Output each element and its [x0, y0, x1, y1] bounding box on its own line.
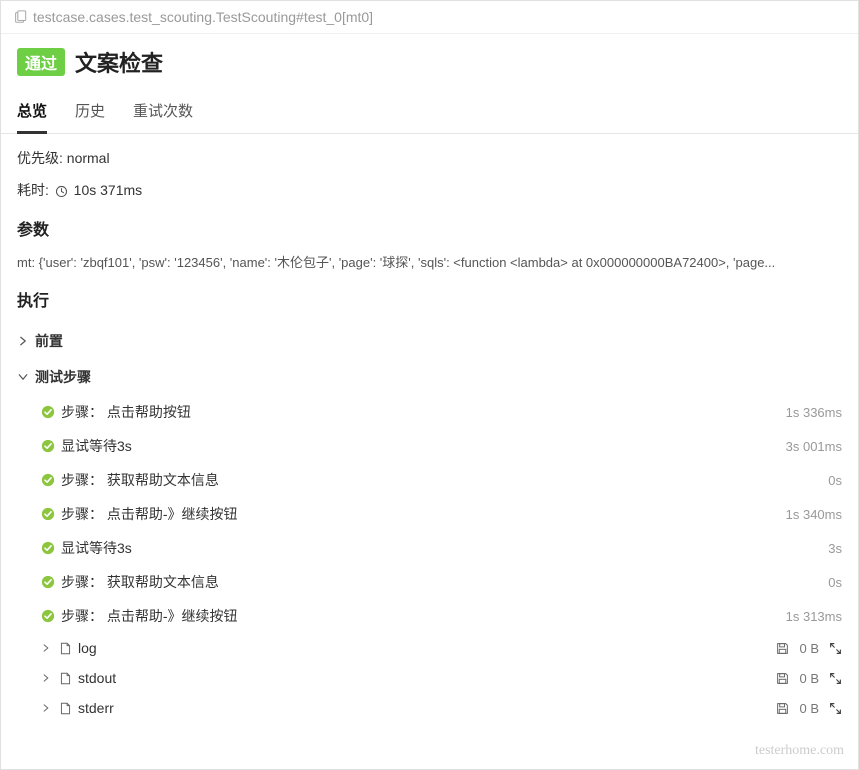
- check-circle-icon: [41, 507, 55, 521]
- step-duration: 1s 336ms: [786, 405, 842, 420]
- step-row[interactable]: 步骤： 获取帮助文本信息0s: [17, 565, 842, 599]
- file-icon: [59, 702, 72, 715]
- clock-icon: [55, 185, 68, 198]
- header: 通过 文案检查: [1, 34, 858, 90]
- breadcrumb: testcase.cases.test_scouting.TestScoutin…: [1, 1, 858, 34]
- step-duration: 3s 001ms: [786, 439, 842, 454]
- step-duration: 0s: [828, 575, 842, 590]
- attachment-meta: 0 B: [776, 671, 842, 686]
- attachment-size: 0 B: [799, 641, 819, 656]
- attachment-size: 0 B: [799, 671, 819, 686]
- attachment-row[interactable]: stderr0 B: [17, 693, 842, 723]
- tab-history[interactable]: 历史: [75, 90, 105, 133]
- step-duration: 1s 313ms: [786, 609, 842, 624]
- expand-icon[interactable]: [829, 672, 842, 685]
- step-row[interactable]: 显试等待3s3s: [17, 531, 842, 565]
- duration-row: 耗时: 10s 371ms: [17, 180, 842, 200]
- check-circle-icon: [41, 405, 55, 419]
- duration-label: 耗时:: [17, 182, 49, 198]
- check-circle-icon: [41, 439, 55, 453]
- attachment-meta: 0 B: [776, 701, 842, 716]
- tabs: 总览 历史 重试次数: [1, 90, 858, 134]
- priority-row: 优先级: normal: [17, 148, 842, 168]
- priority-value: normal: [67, 150, 110, 166]
- group-setup[interactable]: 前置: [17, 323, 842, 359]
- step-label: 步骤： 点击帮助按钮: [61, 402, 786, 422]
- attachment-name: stdout: [78, 670, 776, 686]
- step-row[interactable]: 步骤： 点击帮助-》继续按钮1s 340ms: [17, 497, 842, 531]
- page-title: 文案检查: [75, 46, 163, 78]
- params-value: mt: {'user': 'zbqf101', 'psw': '123456',…: [17, 252, 842, 271]
- step-row[interactable]: 显试等待3s3s 001ms: [17, 429, 842, 463]
- step-label: 步骤： 获取帮助文本信息: [61, 572, 828, 592]
- expand-icon[interactable]: [829, 702, 842, 715]
- step-row[interactable]: 步骤： 点击帮助-》继续按钮1s 313ms: [17, 599, 842, 633]
- chevron-right-icon: [17, 335, 33, 347]
- watermark: testerhome.com: [1, 737, 858, 769]
- step-label: 显试等待3s: [61, 538, 828, 558]
- file-icon: [59, 642, 72, 655]
- breadcrumb-path: testcase.cases.test_scouting.TestScoutin…: [33, 9, 373, 25]
- params-section-title: 参数: [17, 216, 842, 240]
- priority-label: 优先级:: [17, 150, 63, 166]
- save-icon[interactable]: [776, 702, 789, 715]
- chevron-right-icon: [41, 703, 55, 713]
- attachment-row[interactable]: stdout 0 B: [17, 663, 842, 693]
- chevron-right-icon: [41, 673, 55, 683]
- step-label: 显试等待3s: [61, 436, 786, 456]
- step-duration: 3s: [828, 541, 842, 556]
- chevron-down-icon: [17, 371, 33, 383]
- check-circle-icon: [41, 575, 55, 589]
- chevron-right-icon: [41, 643, 55, 653]
- step-row[interactable]: 步骤： 点击帮助按钮1s 336ms: [17, 395, 842, 429]
- attachment-meta: 0 B: [776, 641, 842, 656]
- save-icon[interactable]: [776, 642, 789, 655]
- attachments-container: log0 Bstdout0 Bstderr0 B: [17, 633, 842, 723]
- attachment-row[interactable]: log 0 B: [17, 633, 842, 663]
- check-circle-icon: [41, 541, 55, 555]
- step-label: 步骤： 获取帮助文本信息: [61, 470, 828, 490]
- attachment-name: log: [78, 640, 776, 656]
- check-circle-icon: [41, 609, 55, 623]
- expand-icon[interactable]: [829, 642, 842, 655]
- step-label: 步骤： 点击帮助-》继续按钮: [61, 606, 786, 626]
- tab-retries[interactable]: 重试次数: [133, 90, 193, 133]
- group-steps-label: 测试步骤: [35, 367, 91, 387]
- check-circle-icon: [41, 473, 55, 487]
- steps-container: 步骤： 点击帮助按钮1s 336ms显试等待3s3s 001ms步骤： 获取帮助…: [17, 395, 842, 633]
- file-icon: [59, 672, 72, 685]
- save-icon[interactable]: [776, 672, 789, 685]
- exec-section-title: 执行: [17, 287, 842, 311]
- step-duration: 1s 340ms: [786, 507, 842, 522]
- content: 优先级: normal 耗时: 10s 371ms 参数 mt: {'user'…: [1, 134, 858, 737]
- step-duration: 0s: [828, 473, 842, 488]
- copy-icon[interactable]: [13, 10, 27, 24]
- attachment-size: 0 B: [799, 701, 819, 716]
- group-steps[interactable]: 测试步骤: [17, 359, 842, 395]
- status-badge: 通过: [17, 48, 65, 76]
- group-setup-label: 前置: [35, 331, 63, 351]
- tab-overview[interactable]: 总览: [17, 90, 47, 134]
- duration-value: 10s 371ms: [74, 182, 142, 198]
- step-label: 步骤： 点击帮助-》继续按钮: [61, 504, 786, 524]
- step-row[interactable]: 步骤： 获取帮助文本信息0s: [17, 463, 842, 497]
